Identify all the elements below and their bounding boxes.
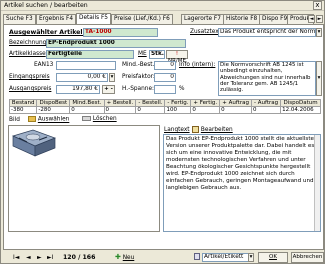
table-header-row: Bestand DispoBest Mind.Best. + Bestell. … (8, 99, 321, 107)
view-select[interactable]: Artikel/Etikett (202, 253, 252, 262)
tab-preise[interactable]: Preise (Lief./Kd.) F6 (111, 14, 173, 24)
bezeichnung-label: Bezeichnung (9, 40, 47, 46)
delete-icon (82, 116, 91, 121)
product-image[interactable] (8, 125, 160, 232)
table-header: + Bestell. (103, 99, 137, 107)
table-header: Bestand (8, 99, 38, 107)
table-header: + Auftrag (219, 99, 253, 107)
tab-ergebnis[interactable]: Ergebnis F4 (36, 14, 77, 24)
info-intern-field[interactable]: Die Normvorschrift AB 1245 ist unbedingt… (218, 61, 316, 96)
hspanne-field[interactable] (154, 85, 176, 94)
table-header: - Bestell. (135, 99, 166, 107)
article-number-field[interactable]: TA-1000 (83, 28, 158, 37)
selected-article-label: Ausgewählter Artikel: (9, 29, 85, 36)
longtext-scrollbar[interactable] (314, 135, 320, 231)
image-label: Bild (9, 117, 20, 123)
nr-me-button[interactable]: ! NR/ME (166, 50, 188, 64)
mindbest-label: Mind.-Best. (122, 62, 155, 68)
table-cell: 0 (251, 106, 282, 114)
window-title: Artikel suchen / bearbeiten (4, 2, 88, 9)
artikelklasse-label: Artikelklasse (9, 51, 46, 57)
info-scroll-icon[interactable]: ▾ (316, 61, 322, 96)
tab-dispo[interactable]: Dispo F9 (259, 14, 291, 24)
table-cell: 0 (69, 106, 105, 114)
tab-details[interactable]: Details F5 (76, 13, 111, 24)
last-record-icon[interactable]: ►I (47, 254, 53, 261)
info-intern-label: Info (intern): (179, 62, 216, 68)
product-photo-icon (12, 129, 56, 157)
artikelklasse-field[interactable]: Fertigteile (46, 50, 134, 59)
dialog-window: Artikel suchen / bearbeiten x Suche F3 E… (0, 0, 325, 264)
ean-label: EAN13 (34, 62, 54, 68)
view-icon (194, 253, 200, 260)
cancel-button[interactable]: Abbrechen (291, 252, 324, 263)
percent-label: % (179, 86, 185, 92)
new-record-button[interactable]: ✚ Neu (115, 253, 134, 261)
tab-scroll-left-icon[interactable]: ◄ (308, 15, 315, 23)
folder-icon (28, 116, 36, 122)
ausgangspreis-field[interactable]: 197,80 € (56, 85, 100, 94)
preisfaktor-label: Preisfaktor: (122, 74, 155, 80)
longtext-field[interactable]: Das Produkt EP-Endprodukt 1000 stellt di… (163, 134, 321, 232)
ok-button[interactable]: OK (258, 252, 288, 263)
preisfaktor-field[interactable]: 0 (154, 73, 176, 82)
hspanne-label: H.-Spanne: (122, 86, 154, 92)
table-cell: 0 (190, 106, 221, 114)
edit-longtext-button[interactable]: Bearbeiten (192, 126, 233, 133)
tab-strip: Suche F3 Ergebnis F4 Details F5 Preise (… (3, 13, 324, 24)
table-cell: 12.04.2006 (280, 106, 321, 114)
ausgangspreis-label: Ausgangspreis (9, 86, 52, 92)
tab-lagerorte[interactable]: Lagerorte F7 (181, 14, 224, 24)
zusatztext-dropdown-icon[interactable]: ▾ (316, 28, 322, 37)
me-field[interactable]: Stk. (149, 50, 165, 59)
chevron-down-icon[interactable]: ▾ (248, 253, 254, 262)
table-cell: -380 (8, 106, 38, 114)
close-icon[interactable]: x (313, 1, 322, 10)
table-header: + Fertig. (190, 99, 221, 107)
select-image-button[interactable]: Auswählen (28, 116, 69, 123)
table-cell: 100 (164, 106, 192, 114)
navigation-bar: I◄ ◄ ► ►I 120 / 166 ✚ Neu Artikel/Etiket… (1, 251, 324, 264)
tab-scroll-right-icon[interactable]: ► (316, 15, 323, 23)
table-cell: 0 (135, 106, 166, 114)
details-panel: Ausgewählter Artikel: TA-1000 Zusatztext… (3, 24, 324, 250)
table-header: Mind.Best. (69, 99, 105, 107)
eingangspreis-label: Eingangspreis (9, 74, 50, 80)
table-cell: 0 (103, 106, 137, 114)
table-header: - Auftrag (251, 99, 282, 107)
plus-minus-button[interactable]: + - (102, 85, 115, 94)
me-label: ME (138, 51, 147, 57)
first-record-icon[interactable]: I◄ (13, 254, 19, 261)
table-header: DispoBest (36, 99, 71, 107)
table-cell: -280 (36, 106, 71, 114)
edit-icon (192, 126, 199, 133)
tab-suche[interactable]: Suche F3 (3, 14, 36, 24)
eingangspreis-dropdown-icon[interactable]: ▾ (109, 73, 115, 82)
table-header: - Fertig. (164, 99, 192, 107)
next-record-icon[interactable]: ► (37, 254, 42, 261)
title-bar: Artikel suchen / bearbeiten x (1, 1, 324, 11)
previous-record-icon[interactable]: ◄ (26, 254, 31, 261)
ean-field[interactable] (56, 61, 116, 70)
record-counter: 120 / 166 (63, 254, 96, 261)
longtext-content: Das Produkt EP-Endprodukt 1000 stellt di… (166, 136, 315, 191)
stock-table: Bestand DispoBest Mind.Best. + Bestell. … (8, 99, 321, 114)
mindbest-field[interactable]: 0 (154, 61, 176, 70)
longtext-label: Langtext (164, 127, 190, 133)
table-header: DispoDatum (280, 99, 321, 107)
eingangspreis-field[interactable]: 0,00 € (56, 73, 108, 82)
tab-historie[interactable]: Historie F8 (223, 14, 261, 24)
bezeichnung-field[interactable]: EP-Endprodukt 1000 (46, 39, 186, 48)
delete-image-button[interactable]: Löschen (82, 116, 117, 122)
plus-icon: ✚ (115, 253, 121, 261)
zusatztext-field[interactable]: Das Produkt entspricht der Norm AB 1245. (218, 28, 316, 37)
table-row[interactable]: -380 -280 0 0 0 100 0 0 0 12.04.2006 (8, 106, 321, 114)
table-cell: 0 (219, 106, 253, 114)
